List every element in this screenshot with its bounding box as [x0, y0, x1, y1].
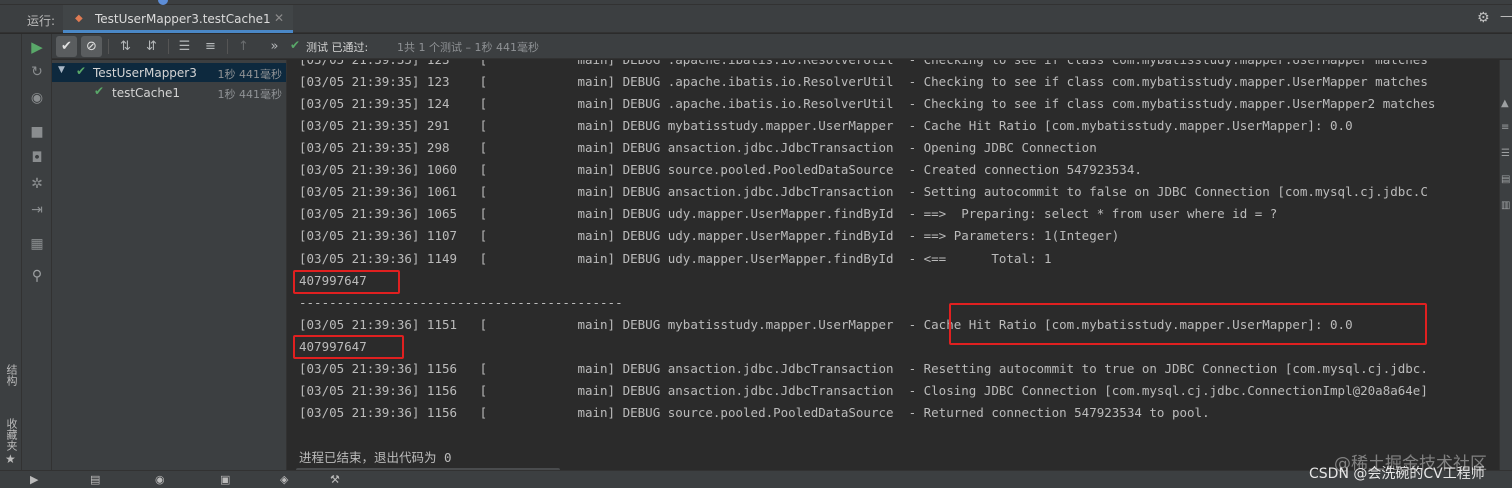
print-icon[interactable]: ▤: [1501, 174, 1510, 185]
test-tree: ▼ ✔ TestUserMapper3 1秒 441毫秒 ✔ testCache…: [52, 60, 287, 470]
stop-icon[interactable]: ■: [22, 124, 52, 140]
highlight-box-hashcode-1: [293, 270, 400, 294]
build-bottom-tab-icon[interactable]: ⚒: [330, 473, 340, 486]
console-line: [03/05 21:39:35] 124 [ main] DEBUG .apac…: [299, 96, 1436, 111]
console-line: [03/05 21:39:35] 298 [ main] DEBUG ansac…: [299, 140, 1097, 155]
minimize-icon[interactable]: —: [1500, 9, 1512, 24]
profiler-bottom-tab-icon[interactable]: ◈: [280, 473, 288, 486]
tree-item-label: testCache1: [112, 86, 180, 100]
console-side-toolbar: ▲ ≡ ☰ ▤ ▥: [1499, 60, 1512, 470]
show-ignored-icon[interactable]: ⊘: [81, 36, 102, 57]
test-toolbar: ✔ ⊘ ⇅ ⇵ ☰ ≡ ↑ » ✔ 测试 已通过: 1共 1 个测试 – 1秒 …: [52, 34, 1512, 59]
rerun-failed-icon[interactable]: ↻: [22, 64, 52, 80]
console-line: [03/05 21:39:36] 1156 [ main] DEBUG ansa…: [299, 361, 1428, 376]
console-line-partial: [03/05 21:39:35] 123 [ main] DEBUG .apac…: [299, 60, 1428, 71]
expand-all-icon[interactable]: ☰: [174, 36, 195, 57]
scroll-end-icon[interactable]: ☰: [1501, 148, 1510, 159]
console-line: [03/05 21:39:35] 123 [ main] DEBUG .apac…: [299, 74, 1428, 89]
left-tool-strip: 结构 收藏夹 ★: [0, 34, 22, 470]
structure-tab[interactable]: 结构: [3, 364, 19, 386]
tree-item-testusermapper3[interactable]: ▼ ✔ TestUserMapper3 1秒 441毫秒: [52, 63, 286, 82]
exit-icon[interactable]: ⇥: [22, 202, 52, 218]
run-bottom-tab-icon[interactable]: ▶: [30, 473, 38, 486]
show-passed-icon[interactable]: ✔: [56, 36, 77, 57]
tree-item-label: TestUserMapper3: [93, 66, 197, 80]
console-line: [03/05 21:39:36] 1156 [ main] DEBUG sour…: [299, 405, 1210, 420]
rerun-icon[interactable]: ▶: [22, 38, 52, 56]
test-status: 测试 已通过:: [306, 41, 369, 54]
highlight-box-hashcode-2: [293, 335, 404, 359]
scroll-up-icon[interactable]: ▲: [1501, 98, 1509, 109]
console-line: [03/05 21:39:36] 1156 [ main] DEBUG ansa…: [299, 383, 1428, 398]
run-tool-window-header: 运行: ◆ TestUserMapper3.testCache1 ✕ ⚙ —: [0, 5, 1512, 33]
collapse-all-icon[interactable]: ≡: [200, 36, 221, 57]
run-tab-title: TestUserMapper3.testCache1: [95, 12, 271, 26]
sort-duration-icon[interactable]: ⇵: [141, 36, 162, 57]
sort-alpha-icon[interactable]: ⇅: [115, 36, 136, 57]
highlight-box-cache-hit: [949, 303, 1427, 345]
tree-item-testcache1[interactable]: ✔ testCache1 1秒 441毫秒: [52, 83, 286, 102]
close-tab-icon[interactable]: ✕: [274, 11, 284, 25]
console-line-separator: ----------------------------------------…: [299, 295, 623, 310]
test-status-detail: 1共 1 个测试 – 1秒 441毫秒: [397, 41, 539, 54]
todo-bottom-tab-icon[interactable]: ▤: [90, 473, 100, 486]
run-toolbar: ▶ ↻ ◉ ■ ◘ ✲ ⇥ ▦ ⚲: [22, 34, 52, 470]
more-icon[interactable]: »: [264, 36, 285, 57]
layout-icon[interactable]: ▦: [22, 236, 52, 252]
passed-check-icon: ✔: [290, 38, 301, 52]
tree-item-time: 1秒 441毫秒: [217, 68, 283, 81]
wrap-icon[interactable]: ≡: [1501, 122, 1509, 133]
pin-icon[interactable]: ⚲: [22, 268, 52, 284]
camera-icon[interactable]: ◘: [22, 150, 52, 166]
clear-icon[interactable]: ▥: [1501, 200, 1510, 211]
console-line: [03/05 21:39:36] 1065 [ main] DEBUG udy.…: [299, 206, 1278, 221]
gear-icon[interactable]: ⚙: [1477, 10, 1490, 26]
settings-icon[interactable]: ✲: [22, 176, 52, 192]
toolbar-separator: [227, 39, 228, 54]
star-icon: ★: [5, 452, 16, 466]
console-line: [03/05 21:39:36] 1107 [ main] DEBUG udy.…: [299, 228, 1120, 243]
toolbar-separator: [168, 39, 169, 54]
passed-check-icon: ✔: [94, 84, 105, 98]
bottom-tool-bar: ▶ ▤ ◉ ▣ ◈ ⚒: [0, 470, 1512, 488]
console-exit-message: 进程已结束，退出代码为 0: [299, 450, 452, 465]
chevron-down-icon[interactable]: ▼: [58, 65, 65, 75]
problems-bottom-tab-icon[interactable]: ◉: [155, 473, 165, 486]
toggle-autotest-icon[interactable]: ◉: [22, 90, 52, 106]
passed-check-icon: ✔: [76, 64, 87, 78]
run-label: 运行:: [27, 14, 56, 28]
run-tab[interactable]: ◆ TestUserMapper3.testCache1 ✕: [63, 5, 293, 33]
console-output[interactable]: [03/05 21:39:35] 123 [ main] DEBUG .apac…: [287, 60, 1499, 470]
console-line: [03/05 21:39:36] 1149 [ main] DEBUG udy.…: [299, 251, 1052, 266]
csdn-watermark: CSDN @会洗碗的CV工程师: [1309, 466, 1485, 482]
console-line: [03/05 21:39:36] 1061 [ main] DEBUG ansa…: [299, 184, 1428, 199]
toolbar-separator: [108, 39, 109, 54]
console-line: [03/05 21:39:36] 1060 [ main] DEBUG sour…: [299, 162, 1142, 177]
terminal-bottom-tab-icon[interactable]: ▣: [220, 473, 230, 486]
favorites-tab[interactable]: 收藏夹: [3, 418, 19, 451]
previous-failed-icon[interactable]: ↑: [233, 36, 254, 57]
console-line: [03/05 21:39:35] 291 [ main] DEBUG mybat…: [299, 118, 1353, 133]
tree-item-time: 1秒 441毫秒: [217, 88, 283, 101]
run-config-icon: ◆: [75, 13, 83, 24]
